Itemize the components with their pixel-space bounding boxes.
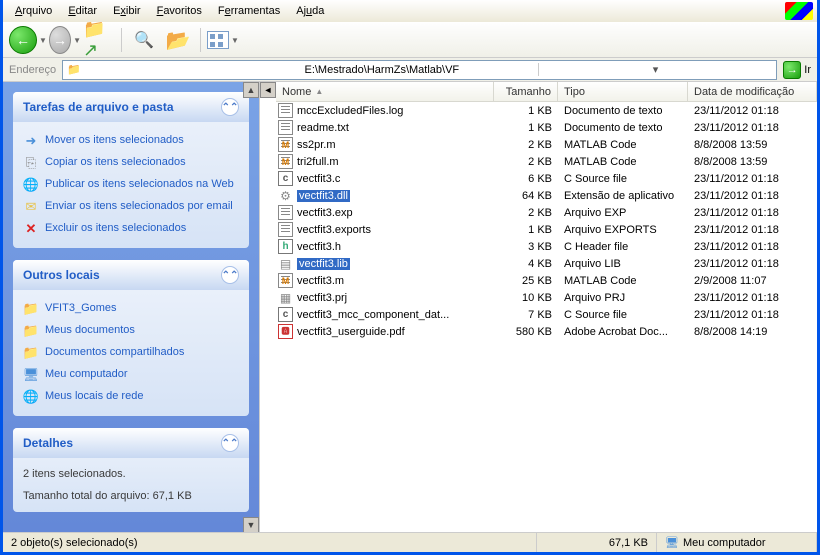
pdf-file-icon: 🅰 xyxy=(278,324,293,339)
details-size: Tamanho total do arquivo: 67,1 KB xyxy=(23,488,239,504)
forward-button[interactable]: →▼ xyxy=(49,25,81,55)
file-row[interactable]: vectfit3.exports 1 KB Arquivo EXPORTS 23… xyxy=(276,221,817,238)
file-row[interactable]: tri2full.m 2 KB MATLAB Code 8/8/2008 13:… xyxy=(276,153,817,170)
views-button[interactable]: ▼ xyxy=(207,25,239,55)
status-location: 🖥 Meu computador xyxy=(657,533,817,552)
address-input[interactable]: 📁 E:\Mestrado\HarmZs\Matlab\VF ▾ xyxy=(62,60,777,80)
column-date[interactable]: Data de modificação xyxy=(688,82,817,101)
toolbar-separator xyxy=(200,28,201,52)
column-size[interactable]: Tamanho xyxy=(494,82,558,101)
menu-favoritos[interactable]: Favoritos xyxy=(149,3,210,19)
address-bar: Endereço 📁 E:\Mestrado\HarmZs\Matlab\VF … xyxy=(3,58,817,82)
task-item[interactable]: 🌐Publicar os itens selecionados na Web xyxy=(23,174,239,196)
back-button[interactable]: ←▼ xyxy=(9,25,47,55)
file-row[interactable]: vectfit3.m 25 KB MATLAB Code 2/9/2008 11… xyxy=(276,272,817,289)
sidebar-scroll-up[interactable]: ▲ xyxy=(243,82,259,98)
column-name[interactable]: Nome xyxy=(276,82,494,101)
menu-exibir[interactable]: Exibir xyxy=(105,3,149,19)
panel-file-tasks: Tarefas de arquivo e pasta ⌃⌃ ➜Mover os … xyxy=(13,92,249,248)
menu-ferramentas[interactable]: Ferramentas xyxy=(210,3,288,19)
details-selection: 2 itens selecionados. xyxy=(23,466,239,482)
collapse-icon[interactable]: ⌃⌃ xyxy=(221,266,239,284)
file-row[interactable]: 🅰vectfit3_userguide.pdf 580 KB Adobe Acr… xyxy=(276,323,817,340)
address-label: Endereço xyxy=(9,64,56,76)
file-row[interactable]: hvectfit3.h 3 KB C Header file 23/11/201… xyxy=(276,238,817,255)
up-button[interactable]: 📁↗ xyxy=(83,25,115,55)
content-area: ▲ Tarefas de arquivo e pasta ⌃⌃ ➜Mover o… xyxy=(3,82,817,533)
file-row[interactable]: ▦vectfit3.prj 10 KB Arquivo PRJ 23/11/20… xyxy=(276,289,817,306)
text-file-icon xyxy=(278,205,293,220)
sidebar: ▲ Tarefas de arquivo e pasta ⌃⌃ ➜Mover o… xyxy=(3,82,259,533)
status-size: 67,1 KB xyxy=(537,533,657,552)
file-row[interactable]: mccExcludedFiles.log 1 KB Documento de t… xyxy=(276,102,817,119)
place-item[interactable]: 🖥Meu computador xyxy=(23,364,239,386)
menu-ajuda[interactable]: Ajuda xyxy=(288,3,332,19)
place-item[interactable]: 🌐Meus locais de rede xyxy=(23,386,239,408)
search-button[interactable]: 🔍 xyxy=(128,25,160,55)
place-item[interactable]: 📁VFIT3_Gomes xyxy=(23,298,239,320)
text-file-icon xyxy=(278,120,293,135)
go-arrow-icon: → xyxy=(783,61,801,79)
toolbar: ←▼ →▼ 📁↗ 🔍 📂 ▼ xyxy=(3,22,817,58)
collapse-icon[interactable]: ⌃⌃ xyxy=(221,434,239,452)
file-row[interactable]: ⚙vectfit3.dll 64 KB Extensão de aplicati… xyxy=(276,187,817,204)
text-file-icon xyxy=(278,222,293,237)
dll-file-icon: ⚙ xyxy=(278,188,293,203)
address-dropdown-icon[interactable]: ▾ xyxy=(538,63,772,76)
collapse-icon[interactable]: ⌃⌃ xyxy=(221,98,239,116)
panel-header-details[interactable]: Detalhes ⌃⌃ xyxy=(13,428,249,458)
file-list: mccExcludedFiles.log 1 KB Documento de t… xyxy=(276,102,817,340)
file-row[interactable]: readme.txt 1 KB Documento de texto 23/11… xyxy=(276,119,817,136)
c-file-icon: c xyxy=(278,171,293,186)
matlab-file-icon xyxy=(278,273,293,288)
text-file-icon xyxy=(278,103,293,118)
computer-icon: 🖥 xyxy=(665,536,679,549)
file-row[interactable]: cvectfit3.c 6 KB C Source file 23/11/201… xyxy=(276,170,817,187)
file-row[interactable]: ss2pr.m 2 KB MATLAB Code 8/8/2008 13:59 xyxy=(276,136,817,153)
matlab-file-icon xyxy=(278,154,293,169)
task-item[interactable]: ⎘Copiar os itens selecionados xyxy=(23,152,239,174)
toolbar-separator xyxy=(121,28,122,52)
file-pane: ◄ Nome Tamanho Tipo Data de modificação … xyxy=(259,82,817,533)
menubar: Arquivo Editar Exibir Favoritos Ferramen… xyxy=(3,0,817,22)
column-headers: Nome Tamanho Tipo Data de modificação xyxy=(276,82,817,102)
windows-logo-icon xyxy=(785,2,813,20)
place-item[interactable]: 📁Documentos compartilhados xyxy=(23,342,239,364)
lib-file-icon: ▤ xyxy=(278,256,293,271)
file-row[interactable]: ▤vectfit3.lib 4 KB Arquivo LIB 23/11/201… xyxy=(276,255,817,272)
file-row[interactable]: cvectfit3_mcc_component_dat... 7 KB C So… xyxy=(276,306,817,323)
prj-file-icon: ▦ xyxy=(278,290,293,305)
status-selection: 2 objeto(s) selecionado(s) xyxy=(3,533,537,552)
panel-header-tasks[interactable]: Tarefas de arquivo e pasta ⌃⌃ xyxy=(13,92,249,122)
header-scroll-left[interactable]: ◄ xyxy=(260,82,276,98)
task-item[interactable]: ✕Excluir os itens selecionados xyxy=(23,218,239,240)
menu-arquivo[interactable]: Arquivo xyxy=(7,3,60,19)
header-file-icon: h xyxy=(278,239,293,254)
column-type[interactable]: Tipo xyxy=(558,82,688,101)
matlab-file-icon xyxy=(278,137,293,152)
c-file-icon: c xyxy=(278,307,293,322)
panel-other-places: Outros locais ⌃⌃ 📁VFIT3_Gomes📁Meus docum… xyxy=(13,260,249,416)
file-row[interactable]: vectfit3.exp 2 KB Arquivo EXP 23/11/2012… xyxy=(276,204,817,221)
address-path: E:\Mestrado\HarmZs\Matlab\VF xyxy=(304,64,537,76)
status-bar: 2 objeto(s) selecionado(s) 67,1 KB 🖥 Meu… xyxy=(3,532,817,552)
go-button[interactable]: → Ir xyxy=(783,61,811,79)
menu-editar[interactable]: Editar xyxy=(60,3,105,19)
sidebar-scroll-down[interactable]: ▼ xyxy=(243,517,259,533)
panel-details: Detalhes ⌃⌃ 2 itens selecionados. Tamanh… xyxy=(13,428,249,512)
task-item[interactable]: ✉Enviar os itens selecionados por email xyxy=(23,196,239,218)
task-item[interactable]: ➜Mover os itens selecionados xyxy=(23,130,239,152)
place-item[interactable]: 📁Meus documentos xyxy=(23,320,239,342)
panel-header-places[interactable]: Outros locais ⌃⌃ xyxy=(13,260,249,290)
folders-button[interactable]: 📂 xyxy=(162,25,194,55)
